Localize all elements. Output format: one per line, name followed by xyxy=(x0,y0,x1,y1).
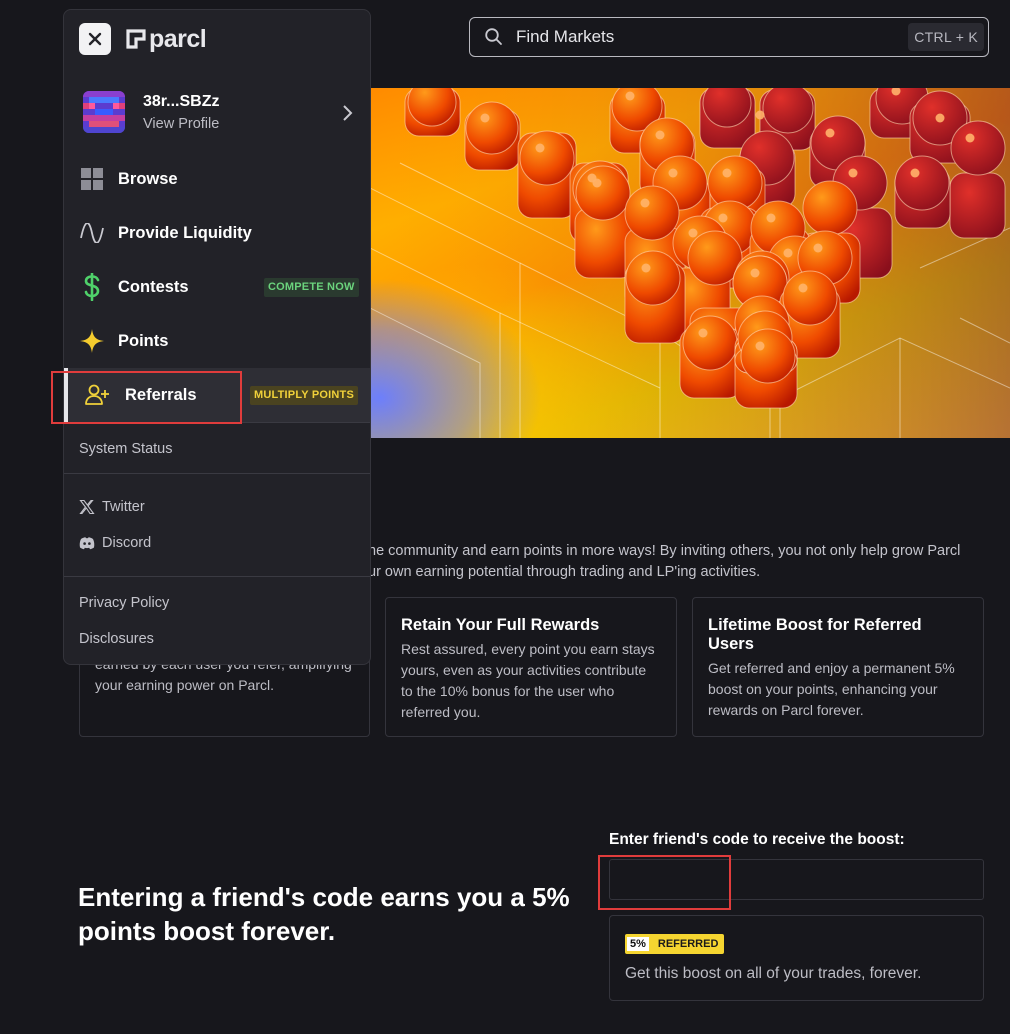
sparkle-icon xyxy=(79,328,105,354)
badge-label: REFERRED xyxy=(657,938,719,950)
close-icon xyxy=(88,32,102,46)
sidebar-item-browse[interactable]: Browse xyxy=(64,152,370,206)
boost-description: Get this boost on all of your trades, fo… xyxy=(625,965,922,982)
privacy-policy-link[interactable]: Privacy Policy xyxy=(79,595,169,611)
sidebar-item-label: Referrals xyxy=(125,385,197,404)
twitter-link[interactable]: Twitter xyxy=(79,499,145,515)
add-user-icon xyxy=(84,382,110,408)
search-placeholder: Find Markets xyxy=(516,27,615,46)
x-logo-icon xyxy=(79,499,95,515)
sidebar-item-label: Provide Liquidity xyxy=(118,223,252,242)
dollar-icon xyxy=(79,273,105,301)
multiply-points-badge: MULTIPLY POINTS xyxy=(250,385,358,405)
hero-banner xyxy=(360,88,1010,438)
chevron-right-icon xyxy=(343,105,353,121)
card-body: Rest assured, every point you earn stays… xyxy=(401,641,655,720)
divider xyxy=(64,473,370,474)
profile-name: 38r...SBZz xyxy=(143,93,220,110)
system-status-link[interactable]: System Status xyxy=(79,441,172,457)
sidebar-item-label: Contests xyxy=(118,277,189,296)
divider xyxy=(64,576,370,577)
discord-label: Discord xyxy=(102,535,152,551)
card-title: Lifetime Boost for Referred Users xyxy=(708,616,922,653)
brand-name: parcl xyxy=(149,25,207,53)
badge-percent: 5% xyxy=(627,937,649,951)
grid-icon xyxy=(79,166,105,192)
referral-code-input[interactable] xyxy=(609,859,984,900)
view-profile-label: View Profile xyxy=(143,116,220,132)
avatar xyxy=(83,91,125,133)
profile-link[interactable]: 38r...SBZz View Profile xyxy=(64,85,370,141)
boost-heading: Entering a friend's code earns you a 5% … xyxy=(78,882,570,946)
referral-code-label: Enter friend's code to receive the boost… xyxy=(609,831,905,848)
boost-info-card: 5% REFERRED Get this boost on all of you… xyxy=(609,915,984,1001)
sidebar-menu: parcl 38r...SBZz View Profile Browse Pro… xyxy=(63,9,371,665)
parcl-logo-icon xyxy=(126,29,146,49)
card-body: Get referred and enjoy a permanent 5% bo… xyxy=(708,660,955,718)
discord-icon xyxy=(79,537,95,550)
sidebar-item-label: Points xyxy=(118,331,169,350)
active-indicator xyxy=(64,368,68,422)
sidebar-item-points[interactable]: Points xyxy=(64,314,370,368)
disclosures-link[interactable]: Disclosures xyxy=(79,631,154,647)
wave-icon xyxy=(79,220,105,246)
hero-illustration xyxy=(360,88,1010,438)
sidebar-item-referrals[interactable]: Referrals MULTIPLY POINTS xyxy=(64,368,370,422)
close-menu-button[interactable] xyxy=(79,23,111,55)
search-shortcut: CTRL + K xyxy=(908,23,984,51)
feature-card-lifetime-boost: Lifetime Boost for Referred Users Get re… xyxy=(692,597,984,737)
referred-badge: 5% REFERRED xyxy=(625,934,725,954)
sidebar-item-label: Browse xyxy=(118,169,178,188)
twitter-label: Twitter xyxy=(102,499,145,515)
feature-card-retain-rewards: Retain Your Full Rewards Rest assured, e… xyxy=(385,597,677,737)
discord-link[interactable]: Discord xyxy=(79,535,151,551)
sidebar-item-contests[interactable]: Contests COMPETE NOW xyxy=(64,260,370,314)
card-title: Retain Your Full Rewards xyxy=(401,616,600,634)
search-icon xyxy=(485,28,502,45)
divider xyxy=(64,422,370,423)
compete-now-badge: COMPETE NOW xyxy=(264,277,359,297)
sidebar-item-provide-liquidity[interactable]: Provide Liquidity xyxy=(64,206,370,260)
brand-logo[interactable]: parcl xyxy=(126,25,207,53)
search-bar[interactable]: Find Markets CTRL + K xyxy=(469,17,989,57)
